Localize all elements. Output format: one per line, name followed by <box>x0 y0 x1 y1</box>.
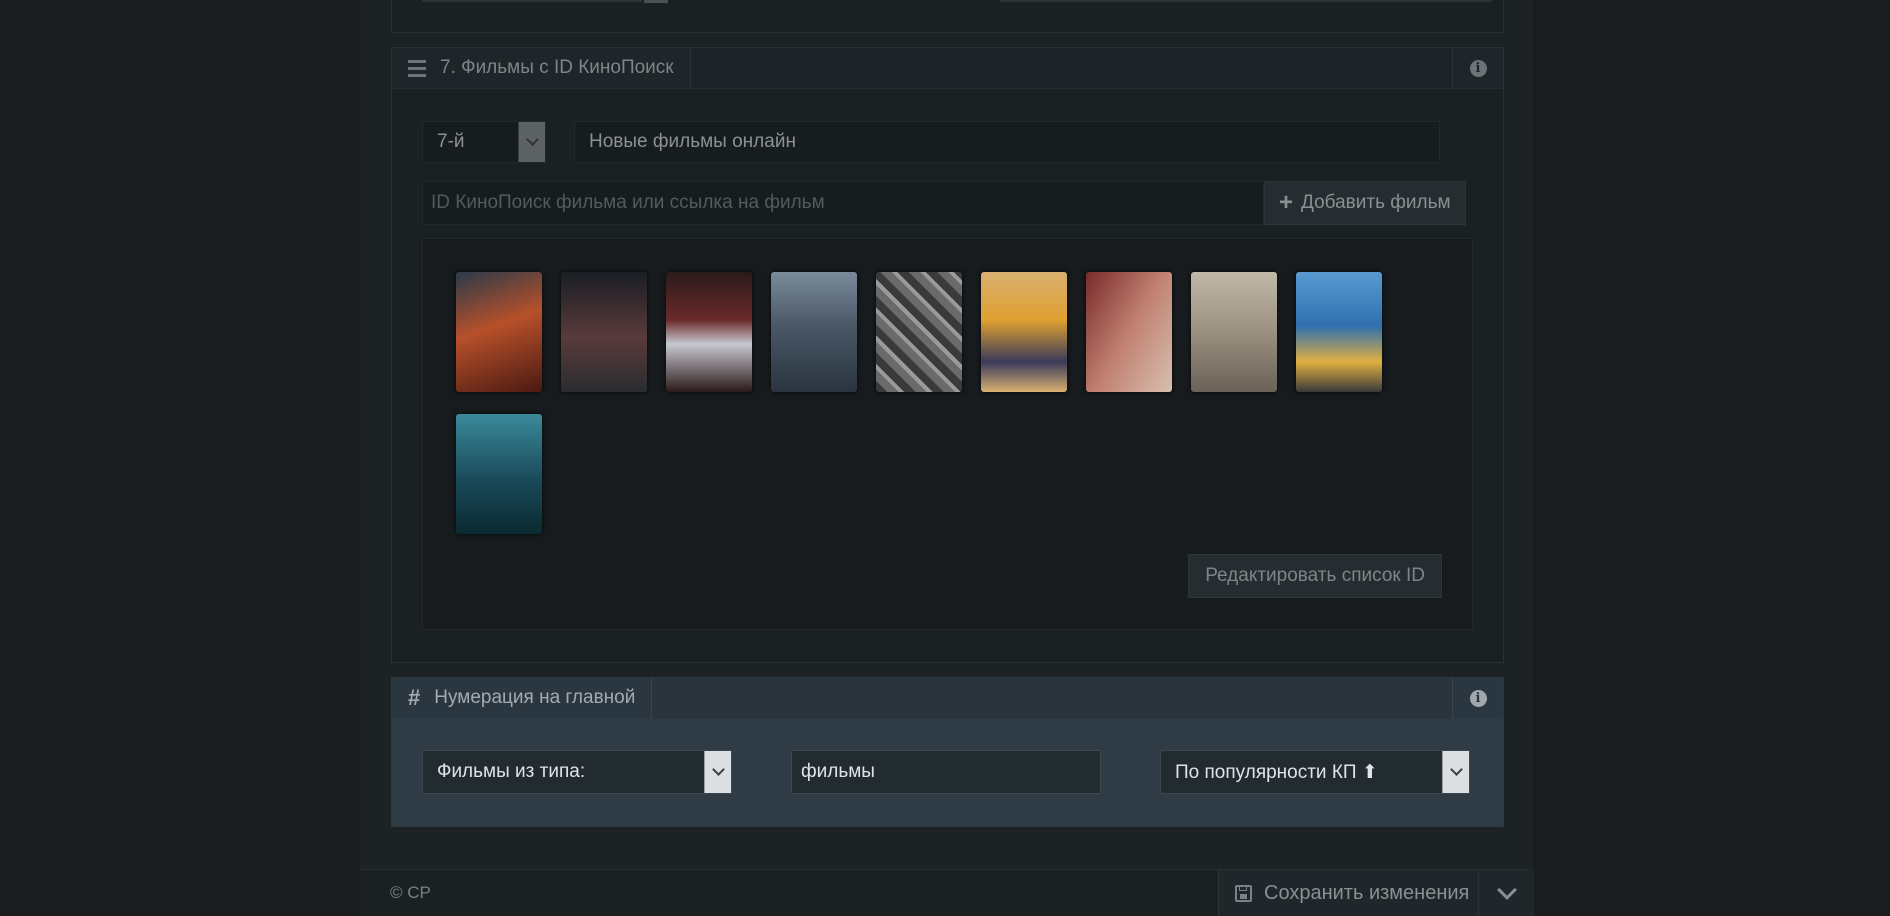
type-input-value: фильмы <box>801 761 875 782</box>
panel-title: 7. Фильмы с ID КиноПоиск <box>440 57 674 78</box>
chevron-down-icon[interactable] <box>1442 751 1469 793</box>
type-select-value: Фильмы из типа: <box>437 761 586 782</box>
edit-id-list-label: Редактировать список ID <box>1205 565 1425 586</box>
heading-input[interactable]: Новые фильмы онлайн <box>574 121 1440 163</box>
poster-7[interactable] <box>1086 272 1172 392</box>
poster-6[interactable] <box>981 272 1067 392</box>
info-button[interactable]: i <box>1452 48 1503 88</box>
kinopoisk-films-panel: 7. Фильмы с ID КиноПоиск i 7-й Новые фил… <box>391 47 1504 663</box>
type-select[interactable]: Фильмы из типа: <box>422 750 732 794</box>
heading-input-value: Новые фильмы онлайн <box>589 131 796 152</box>
copyright: © CP <box>390 883 431 902</box>
numbering-panel: # Нумерация на главной i Фильмы из типа:… <box>391 677 1504 827</box>
position-select-value: 7-й <box>437 131 465 152</box>
posters-grid: Редактировать список ID <box>422 238 1473 630</box>
kinopoisk-id-placeholder: ID КиноПоиск фильма или ссылка на фильм <box>431 192 825 213</box>
info-icon: i <box>1469 689 1487 707</box>
poster-3[interactable] <box>666 272 752 392</box>
add-film-button[interactable]: + Добавить фильм <box>1264 181 1466 225</box>
expand-button[interactable] <box>1478 870 1534 916</box>
panel-title: Нумерация на главной <box>434 687 636 708</box>
poster-1[interactable] <box>456 272 542 392</box>
position-select[interactable]: 7-й <box>422 121 546 163</box>
panel-tab[interactable]: 7. Фильмы с ID КиноПоиск <box>392 48 691 88</box>
sort-select-value: По популярности КП ⬆ <box>1175 761 1378 783</box>
poster-10[interactable] <box>456 414 542 534</box>
poster-9[interactable] <box>1296 272 1382 392</box>
poster-4[interactable] <box>771 272 857 392</box>
chevron-down-icon <box>1496 880 1517 900</box>
main-column: 7. Фильмы с ID КиноПоиск i 7-й Новые фил… <box>360 0 1534 916</box>
poster-2[interactable] <box>561 272 647 392</box>
save-changes-button[interactable]: Сохранить изменения <box>1218 870 1478 916</box>
poster-8[interactable] <box>1191 272 1277 392</box>
type-input[interactable]: фильмы <box>791 750 1101 794</box>
panel-header: # Нумерация на главной i <box>392 678 1503 719</box>
previous-panel-bottom <box>391 0 1504 33</box>
chevron-down-icon[interactable] <box>518 122 545 162</box>
save-changes-label: Сохранить изменения <box>1264 881 1470 904</box>
footer-bar: © CP Сохранить изменения <box>360 869 1534 916</box>
poster-5[interactable] <box>876 272 962 392</box>
chevron-down-icon[interactable] <box>704 751 731 793</box>
plus-icon: + <box>1279 189 1294 216</box>
panel-header: 7. Фильмы с ID КиноПоиск i <box>392 48 1503 89</box>
hash-icon: # <box>408 685 421 710</box>
edit-id-list-button[interactable]: Редактировать список ID <box>1188 554 1442 598</box>
sort-select[interactable]: По популярности КП ⬆ <box>1160 750 1470 794</box>
panel-tab[interactable]: # Нумерация на главной <box>392 678 653 718</box>
drag-handle-icon[interactable] <box>408 59 426 77</box>
info-button[interactable]: i <box>1452 678 1503 718</box>
kinopoisk-id-input[interactable]: ID КиноПоиск фильма или ссылка на фильм <box>422 181 1264 225</box>
info-icon: i <box>1469 59 1487 77</box>
floppy-disk-icon <box>1235 884 1252 902</box>
add-film-label: Добавить фильм <box>1301 192 1451 213</box>
